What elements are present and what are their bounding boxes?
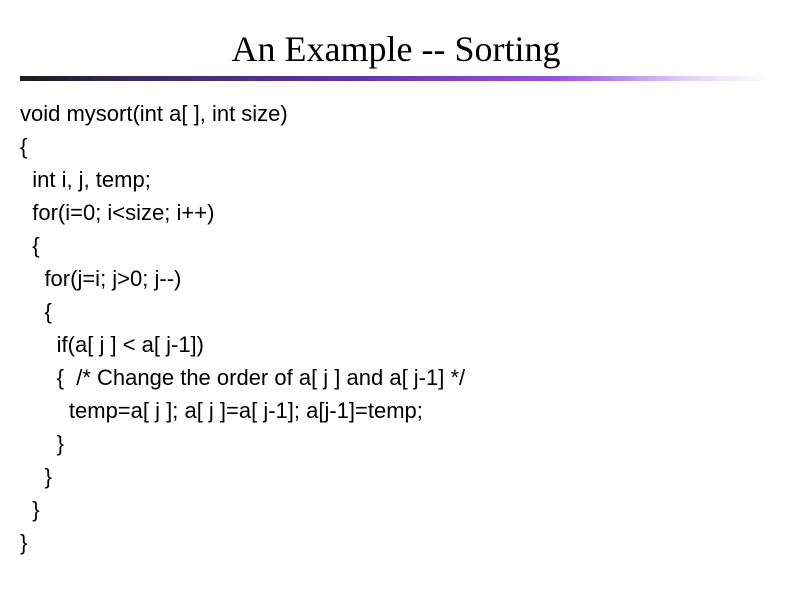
slide-container: An Example -- Sorting void mysort(int a[… <box>0 0 792 612</box>
slide-title: An Example -- Sorting <box>20 28 772 70</box>
code-block: void mysort(int a[ ], int size) { int i,… <box>20 97 772 559</box>
title-underline <box>20 76 772 81</box>
